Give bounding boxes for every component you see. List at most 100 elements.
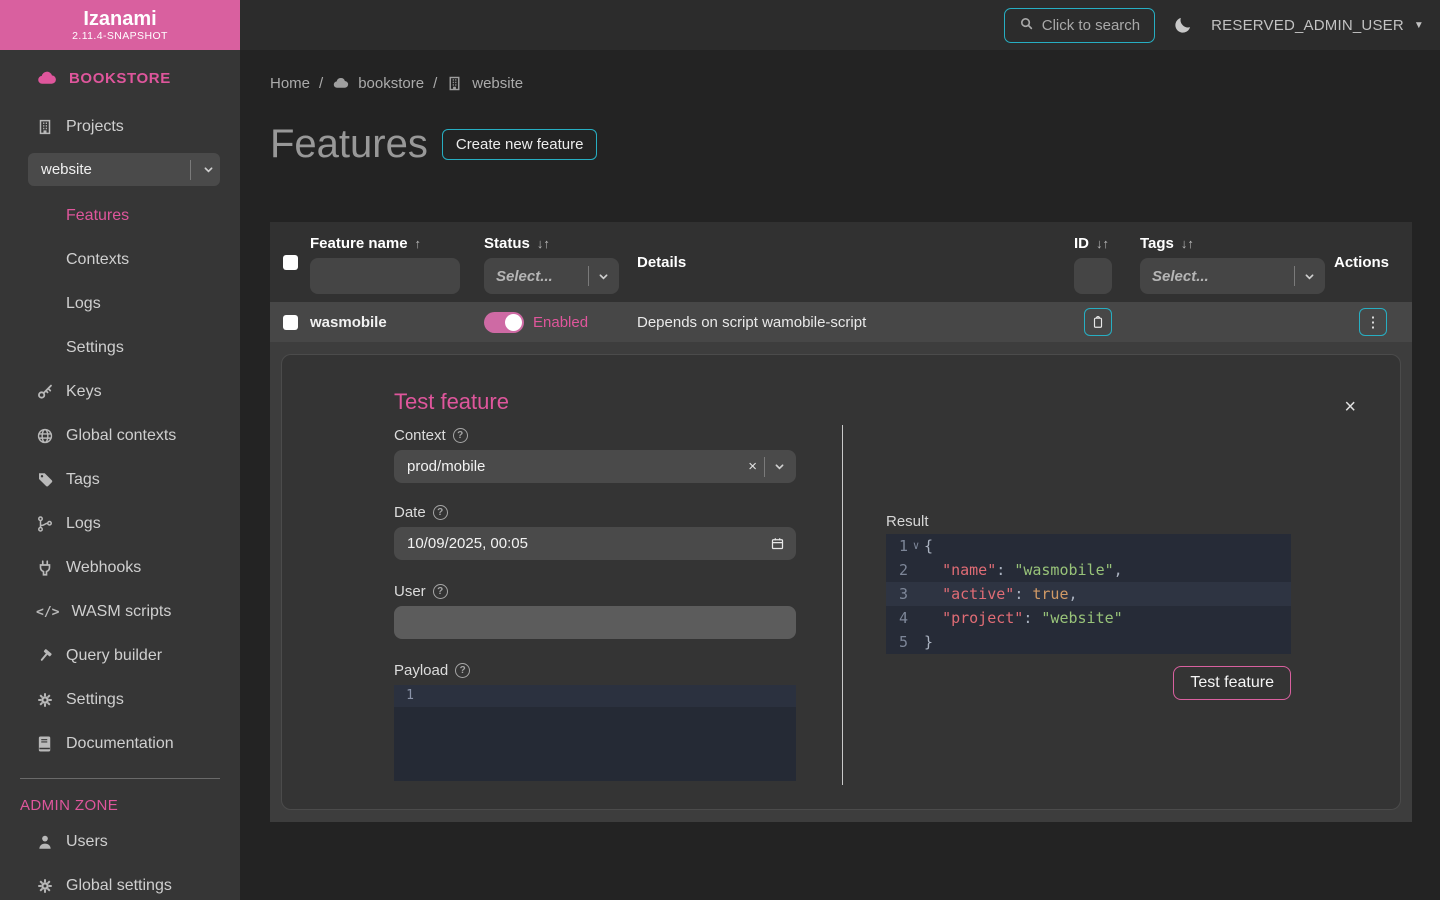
status-text: Enabled bbox=[533, 314, 588, 331]
sort-asc-icon[interactable]: ↑ bbox=[415, 236, 422, 251]
gear-icon bbox=[36, 877, 54, 895]
app-name: Izanami bbox=[83, 8, 156, 30]
sidebar-item-tags[interactable]: Tags bbox=[0, 458, 240, 502]
test-feature-button[interactable]: Test feature bbox=[1173, 666, 1291, 700]
hammer-icon bbox=[36, 647, 54, 665]
breadcrumb: Home / bookstore / website bbox=[270, 75, 1412, 92]
context-label: Context ? bbox=[394, 427, 796, 444]
fold-icon[interactable]: ∨ bbox=[908, 534, 924, 558]
close-icon[interactable]: × bbox=[1344, 397, 1356, 417]
feature-name-filter-input[interactable] bbox=[310, 258, 460, 294]
col-details: Details bbox=[637, 222, 1074, 302]
username: RESERVED_ADMIN_USER bbox=[1211, 17, 1404, 34]
key-icon bbox=[36, 383, 54, 401]
sidebar-item-project-logs[interactable]: Logs bbox=[0, 282, 240, 326]
sidebar-item-features[interactable]: Features bbox=[0, 194, 240, 238]
dark-mode-toggle[interactable] bbox=[1173, 15, 1193, 35]
sidebar-item-label: Projects bbox=[66, 118, 124, 136]
context-select[interactable]: prod/mobile × bbox=[394, 450, 796, 483]
date-value: 10/09/2025, 00:05 bbox=[407, 535, 770, 552]
sidebar-item-documentation[interactable]: Documentation bbox=[0, 722, 240, 766]
feature-name: wasmobile bbox=[310, 314, 484, 331]
chevron-down-icon bbox=[1302, 269, 1317, 284]
features-table: Feature name ↑ Status ↓↑ Select... Detai… bbox=[270, 222, 1412, 822]
tenant-label: BOOKSTORE bbox=[69, 70, 171, 87]
cloud-icon bbox=[332, 75, 349, 92]
topbar: Click to search RESERVED_ADMIN_USER ▼ bbox=[240, 0, 1440, 50]
chevron-down-icon bbox=[596, 269, 611, 284]
user-input[interactable] bbox=[394, 606, 796, 639]
row-actions-button[interactable]: ⋮ bbox=[1359, 308, 1387, 336]
sort-both-icon[interactable]: ↓↑ bbox=[1096, 236, 1109, 251]
user-icon bbox=[36, 833, 54, 851]
kebab-icon: ⋮ bbox=[1366, 315, 1381, 330]
sidebar-item-global-settings[interactable]: Global settings bbox=[0, 864, 240, 900]
search-label: Click to search bbox=[1042, 17, 1140, 34]
sidebar-item-settings[interactable]: Settings bbox=[0, 678, 240, 722]
expanded-row-area: Test feature × Context ? prod/mobile × D bbox=[270, 342, 1412, 822]
clear-icon[interactable]: × bbox=[748, 458, 757, 475]
status-filter-select[interactable]: Select... bbox=[484, 258, 619, 294]
chevron-down-icon bbox=[201, 162, 216, 177]
sidebar-item-query-builder[interactable]: Query builder bbox=[0, 634, 240, 678]
page-title: Features bbox=[270, 122, 428, 167]
tags-filter-select[interactable]: Select... bbox=[1140, 258, 1325, 294]
caret-down-icon: ▼ bbox=[1414, 20, 1424, 31]
select-all-checkbox[interactable] bbox=[283, 255, 298, 270]
building-icon bbox=[36, 118, 54, 136]
status-toggle[interactable] bbox=[484, 312, 524, 333]
help-icon[interactable]: ? bbox=[433, 505, 448, 520]
project-select[interactable]: website bbox=[28, 153, 220, 186]
id-filter-input[interactable] bbox=[1074, 258, 1112, 294]
admin-zone-label: ADMIN ZONE bbox=[0, 789, 240, 820]
app-logo: Izanami 2.11.4-SNAPSHOT bbox=[0, 0, 240, 50]
help-icon[interactable]: ? bbox=[433, 584, 448, 599]
gear-icon bbox=[36, 691, 54, 709]
breadcrumb-project[interactable]: website bbox=[472, 75, 523, 92]
sidebar-item-keys[interactable]: Keys bbox=[0, 370, 240, 414]
project-select-value: website bbox=[41, 161, 92, 178]
sidebar-item-users[interactable]: Users bbox=[0, 820, 240, 864]
col-id: ID ↓↑ bbox=[1074, 222, 1140, 302]
copy-id-button[interactable] bbox=[1084, 308, 1112, 336]
sidebar-item-projects[interactable]: Projects bbox=[0, 105, 240, 149]
table-row: wasmobile Enabled Depends on script wamo… bbox=[270, 302, 1412, 342]
main-content: Home / bookstore / website Features Crea… bbox=[240, 50, 1440, 822]
col-feature-name: Feature name ↑ bbox=[310, 222, 484, 302]
sort-both-icon[interactable]: ↓↑ bbox=[537, 236, 550, 251]
breadcrumb-tenant[interactable]: bookstore bbox=[358, 75, 424, 92]
sidebar-divider bbox=[20, 778, 220, 779]
help-icon[interactable]: ? bbox=[455, 663, 470, 678]
result-code-viewer[interactable]: 1 ∨ { 2 "name": "wasmobile", 3 bbox=[886, 534, 1291, 654]
sidebar-item-project-settings[interactable]: Settings bbox=[0, 326, 240, 370]
book-icon bbox=[36, 735, 54, 753]
sidebar-item-global-contexts[interactable]: Global contexts bbox=[0, 414, 240, 458]
payload-editor[interactable]: 1 bbox=[394, 685, 796, 781]
col-actions: Actions bbox=[1334, 222, 1412, 302]
sidebar-item-wasm-scripts[interactable]: </> WASM scripts bbox=[0, 590, 240, 634]
sort-both-icon[interactable]: ↓↑ bbox=[1181, 236, 1194, 251]
breadcrumb-home[interactable]: Home bbox=[270, 75, 310, 92]
help-icon[interactable]: ? bbox=[453, 428, 468, 443]
sidebar-item-webhooks[interactable]: Webhooks bbox=[0, 546, 240, 590]
sidebar-item-logs[interactable]: Logs bbox=[0, 502, 240, 546]
sidebar-item-contexts[interactable]: Contexts bbox=[0, 238, 240, 282]
test-form: Context ? prod/mobile × Date ? 10/0 bbox=[394, 427, 796, 781]
cloud-icon bbox=[36, 68, 57, 89]
row-checkbox[interactable] bbox=[283, 315, 298, 330]
building-icon bbox=[446, 75, 463, 92]
tenant-selector[interactable]: BOOKSTORE bbox=[36, 68, 240, 89]
search-button[interactable]: Click to search bbox=[1004, 8, 1155, 43]
globe-icon bbox=[36, 427, 54, 445]
panel-title: Test feature bbox=[394, 389, 509, 415]
user-menu[interactable]: RESERVED_ADMIN_USER ▼ bbox=[1211, 17, 1424, 34]
create-feature-button[interactable]: Create new feature bbox=[442, 129, 598, 160]
search-icon bbox=[1019, 16, 1034, 35]
branch-icon bbox=[36, 515, 54, 533]
tag-icon bbox=[36, 471, 54, 489]
result-label: Result bbox=[886, 513, 1291, 530]
date-input[interactable]: 10/09/2025, 00:05 bbox=[394, 527, 796, 560]
date-label: Date ? bbox=[394, 504, 796, 521]
context-value: prod/mobile bbox=[407, 458, 748, 475]
user-label: User ? bbox=[394, 583, 796, 600]
